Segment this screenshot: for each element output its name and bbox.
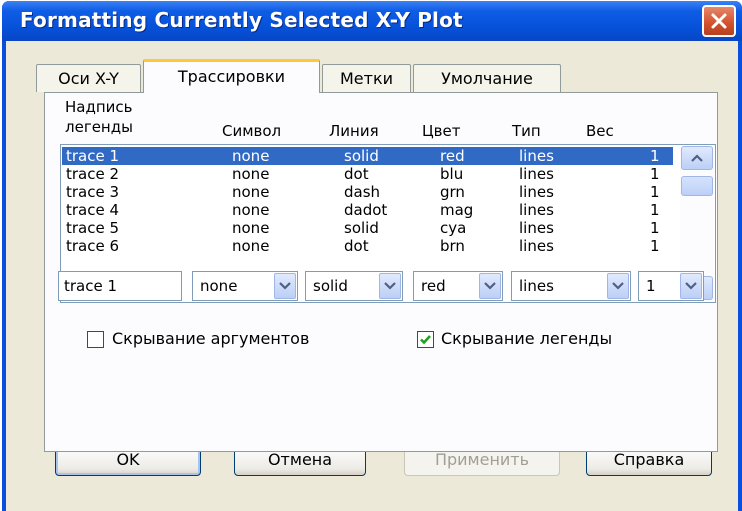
trace-weight: 1 (650, 183, 660, 201)
trace-type: lines (519, 147, 554, 165)
chevron-down-icon (612, 282, 624, 290)
trace-symbol: none (232, 237, 270, 255)
trace-line: solid (344, 147, 379, 165)
trace-name: trace 2 (66, 165, 120, 183)
trace-color: cya (440, 219, 467, 237)
trace-line: dot (344, 165, 369, 183)
trace-row-5[interactable]: trace 5 none solid cya lines 1 (62, 219, 673, 237)
column-header-legend-line1: Надпись (65, 98, 133, 116)
title-bar[interactable]: Formatting Currently Selected X-Y Plot (2, 1, 742, 41)
trace-line: dadot (344, 201, 388, 219)
tab-labels[interactable]: Метки (322, 64, 411, 92)
trace-symbol: none (232, 201, 270, 219)
column-header-line: Линия (329, 122, 379, 140)
trace-color: red (440, 147, 465, 165)
column-header-symbol: Символ (222, 122, 282, 140)
trace-line: dot (344, 237, 369, 255)
weight-dropdown-button[interactable] (680, 273, 702, 299)
trace-line: solid (344, 219, 379, 237)
trace-weight: 1 (650, 237, 660, 255)
trace-weight: 1 (650, 201, 660, 219)
trace-name: trace 4 (66, 201, 120, 219)
hide-arguments-label[interactable]: Скрывание аргументов (112, 329, 309, 348)
trace-symbol: none (232, 219, 270, 237)
trace-symbol: none (232, 147, 270, 165)
column-header-type: Тип (512, 122, 541, 140)
chevron-up-icon (691, 154, 703, 162)
chevron-down-icon (384, 282, 396, 290)
legend-name-input[interactable]: trace 1 (58, 271, 182, 301)
trace-row-1[interactable]: trace 1 none solid red lines 1 (62, 147, 673, 165)
scroll-thumb[interactable] (681, 176, 713, 196)
trace-name: trace 1 (66, 147, 120, 165)
close-button[interactable] (702, 5, 736, 37)
trace-symbol: none (232, 183, 270, 201)
tab-axes[interactable]: Оси X-Y (36, 64, 141, 92)
trace-type: lines (519, 165, 554, 183)
trace-weight: 1 (650, 147, 660, 165)
close-icon (711, 13, 727, 29)
line-style-select-value: solid (313, 277, 348, 295)
line-style-select[interactable]: solid (305, 271, 403, 301)
column-header-weight: Вес (586, 122, 614, 140)
weight-select-value: 1 (646, 277, 656, 295)
trace-color: mag (440, 201, 474, 219)
scroll-up-button[interactable] (681, 146, 713, 170)
tab-traces[interactable]: Трассировки (143, 59, 320, 93)
trace-row-2[interactable]: trace 2 none dot blu lines 1 (62, 165, 673, 183)
checkmark-icon (420, 335, 431, 345)
trace-type: lines (519, 219, 554, 237)
trace-type-select[interactable]: lines (511, 271, 631, 301)
symbol-select[interactable]: none (192, 271, 298, 301)
hide-legend-checkbox[interactable] (417, 331, 434, 348)
trace-weight: 1 (650, 165, 660, 183)
chevron-down-icon (279, 282, 291, 290)
hide-arguments-checkbox[interactable] (87, 331, 104, 348)
window-title: Formatting Currently Selected X-Y Plot (20, 8, 463, 32)
trace-type-select-value: lines (519, 277, 554, 295)
trace-row-6[interactable]: trace 6 none dot brn lines 1 (62, 237, 673, 255)
symbol-select-value: none (200, 277, 238, 295)
line-style-dropdown-button[interactable] (379, 273, 401, 299)
trace-type: lines (519, 183, 554, 201)
trace-symbol: none (232, 165, 270, 183)
trace-type: lines (519, 201, 554, 219)
trace-weight: 1 (650, 219, 660, 237)
symbol-dropdown-button[interactable] (274, 273, 296, 299)
trace-color: blu (440, 165, 464, 183)
dialog-window: Formatting Currently Selected X-Y Plot О… (2, 1, 742, 511)
weight-select[interactable]: 1 (638, 271, 704, 301)
column-header-color: Цвет (422, 122, 461, 140)
color-select[interactable]: red (413, 271, 503, 301)
trace-name: trace 5 (66, 219, 120, 237)
color-select-value: red (421, 277, 446, 295)
color-dropdown-button[interactable] (479, 273, 501, 299)
trace-row-3[interactable]: trace 3 none dash grn lines 1 (62, 183, 673, 201)
trace-name: trace 6 (66, 237, 120, 255)
dialog-client-area: Оси X-Y Трассировки Метки Умолчание Надп… (6, 41, 738, 511)
trace-type-dropdown-button[interactable] (607, 273, 629, 299)
chevron-down-icon (685, 282, 697, 290)
trace-type: lines (519, 237, 554, 255)
hide-legend-label[interactable]: Скрывание легенды (441, 329, 612, 348)
tab-defaults[interactable]: Умолчание (413, 64, 561, 92)
trace-name: trace 3 (66, 183, 120, 201)
chevron-down-icon (484, 282, 496, 290)
trace-line: dash (344, 183, 381, 201)
trace-color: brn (440, 237, 465, 255)
trace-row-4[interactable]: trace 4 none dadot mag lines 1 (62, 201, 673, 219)
trace-color: grn (440, 183, 465, 201)
column-header-legend-line2: легенды (65, 118, 133, 136)
